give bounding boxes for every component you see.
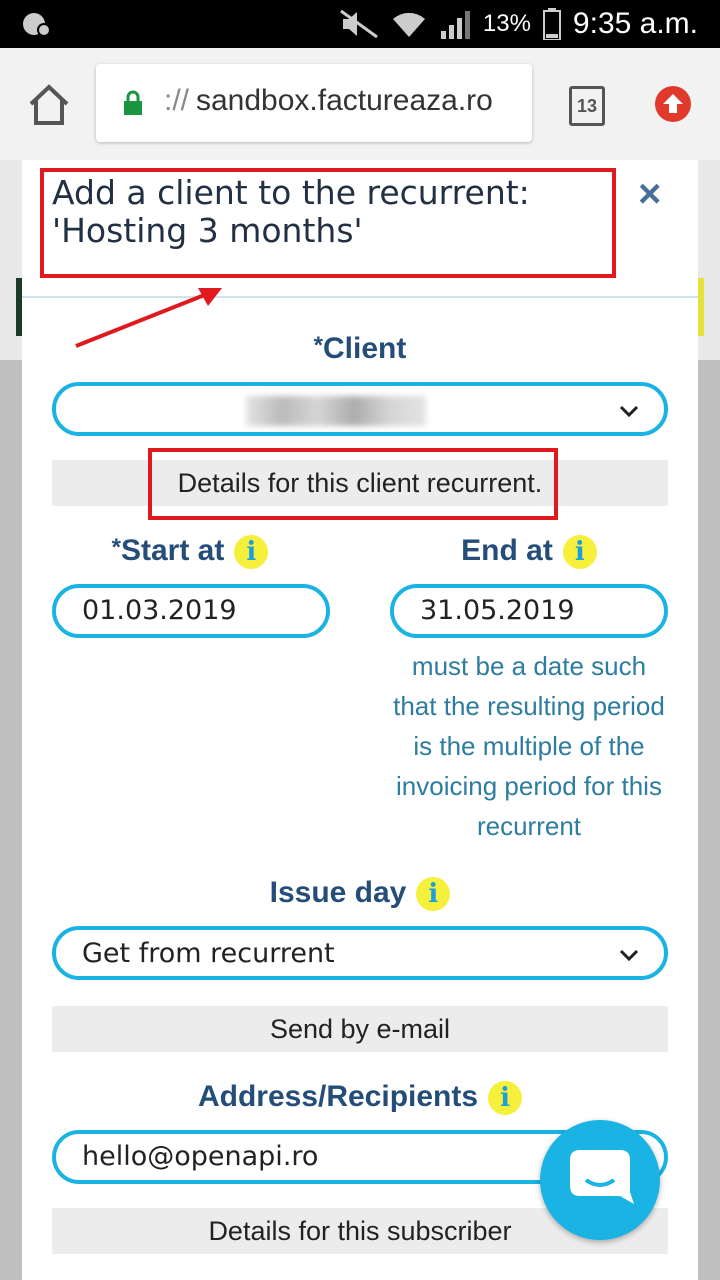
client-label: *Client <box>313 332 407 365</box>
issue-day-select[interactable]: Get from recurrent <box>52 926 668 980</box>
chat-button[interactable] <box>540 1120 660 1240</box>
issue-day-value: Get from recurrent <box>82 938 335 969</box>
tab-switcher-button[interactable]: 13 <box>569 86 605 126</box>
send-by-email-button[interactable]: Send by e-mail <box>52 1006 668 1052</box>
chevron-down-icon <box>619 949 639 962</box>
annotation-box <box>148 448 558 520</box>
battery-percent: 13% <box>482 10 531 37</box>
mute-icon <box>339 9 378 39</box>
client-value-blurred <box>246 396 426 426</box>
home-icon[interactable] <box>26 82 72 128</box>
chevron-down-icon <box>619 405 639 418</box>
notification-icon <box>23 13 51 37</box>
status-right: 13% 9:35 a.m. <box>339 0 698 48</box>
wifi-icon <box>392 12 425 37</box>
signal-icon <box>440 11 470 39</box>
end-date-hint: must be a date such that the resulting p… <box>393 651 665 841</box>
browser-toolbar: :// sandbox.factureaza.ro 13 <box>0 48 720 160</box>
status-bar: 13% 9:35 a.m. <box>0 0 720 48</box>
annotation-box <box>40 168 616 278</box>
address-recipients-label: Address/Recipients i <box>22 1080 698 1116</box>
info-icon[interactable]: i <box>416 877 451 912</box>
end-date-input[interactable]: 31.05.2019 <box>390 584 668 638</box>
chat-icon <box>570 1150 634 1204</box>
url-bar[interactable]: :// sandbox.factureaza.ro <box>96 64 532 142</box>
info-icon[interactable]: i <box>488 1081 523 1116</box>
close-button[interactable]: × <box>638 172 661 217</box>
client-select[interactable] <box>52 382 668 436</box>
issue-day-label: Issue day i <box>22 876 698 912</box>
info-icon[interactable]: i <box>234 535 269 570</box>
info-icon[interactable]: i <box>562 535 597 570</box>
end-at-label: End at i <box>390 534 668 570</box>
update-icon[interactable] <box>655 86 691 122</box>
url-text: sandbox.factureaza.ro <box>196 84 493 117</box>
url-scheme: :// <box>164 84 190 117</box>
add-client-modal: Add a client to the recurrent: 'Hosting … <box>22 160 698 1280</box>
lock-icon <box>124 90 142 115</box>
battery-icon <box>542 8 561 40</box>
start-date-input[interactable]: 01.03.2019 <box>52 584 330 638</box>
start-at-label: *Start at i <box>52 534 328 570</box>
clock: 9:35 a.m. <box>572 7 698 40</box>
